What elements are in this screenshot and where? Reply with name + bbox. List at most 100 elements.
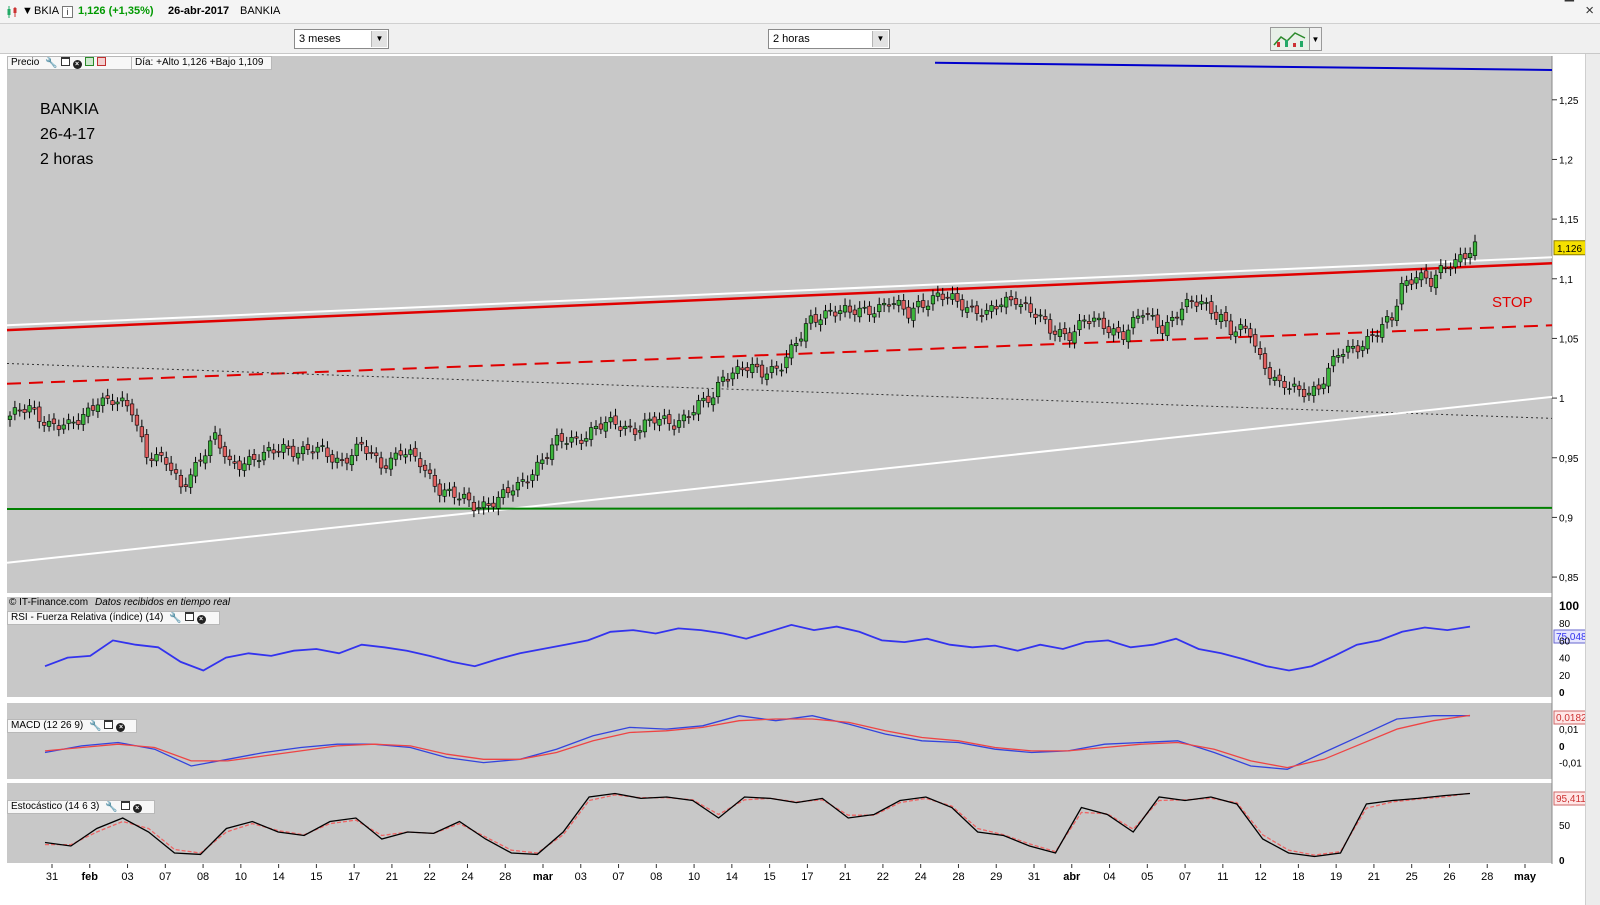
ticker-label: BKIA bbox=[34, 5, 60, 17]
x-axis-label: 24 bbox=[915, 871, 927, 883]
day-info: Día: +Alto 1,126 +Bajo 1,109 bbox=[132, 56, 272, 70]
x-axis-labels: 31 feb 03 07 08 10 14 15 17 21 22 24 28 mar 03 07 08 10 14… bbox=[46, 864, 1537, 883]
window-icon[interactable] bbox=[120, 801, 130, 810]
wrench-icon[interactable]: 🔧 bbox=[105, 802, 117, 814]
candlestick-chart-icon[interactable] bbox=[6, 5, 20, 19]
stoch-y-tick-label: 0 bbox=[1559, 856, 1565, 867]
support-line[interactable] bbox=[6, 506, 1553, 511]
chart-tool-button[interactable] bbox=[1270, 27, 1310, 51]
x-axis-label: 22 bbox=[877, 871, 889, 883]
price-panel-header: Precio 🔧 × bbox=[7, 56, 132, 70]
x-axis-label: 26 bbox=[1443, 871, 1455, 883]
rsi-y-tick-label: 60 bbox=[1559, 636, 1571, 647]
interval-select[interactable]: 2 horas ▼ bbox=[768, 29, 890, 49]
close-icon[interactable]: × bbox=[196, 615, 206, 624]
x-axis-label: 18 bbox=[1292, 871, 1304, 883]
x-axis-label: 12 bbox=[1254, 871, 1266, 883]
x-axis-label: may bbox=[1514, 871, 1537, 883]
price-change-label: 1,126 (+1,35%) bbox=[78, 5, 154, 17]
delete-icon[interactable] bbox=[96, 57, 106, 66]
rsi-y-tick-label: 40 bbox=[1559, 654, 1571, 665]
x-axis-label: 31 bbox=[46, 871, 58, 883]
price-panel-title: Precio bbox=[11, 57, 40, 68]
chart-tool-icon bbox=[1273, 32, 1306, 47]
macd-panel-header: MACD (12 26 9) 🔧 × bbox=[7, 719, 137, 733]
close-window-button[interactable]: × bbox=[1585, 2, 1594, 19]
annotation-line-1: BANKIA bbox=[40, 101, 99, 118]
x-axis-label: 07 bbox=[159, 871, 171, 883]
x-axis-label: 08 bbox=[197, 871, 209, 883]
price-y-tick-label: 0,85 bbox=[1559, 573, 1579, 584]
day-info-text: Día: +Alto 1,126 +Bajo 1,109 bbox=[135, 57, 264, 68]
x-axis-label: 14 bbox=[726, 871, 738, 883]
annotation-line-3: 2 horas bbox=[40, 151, 93, 168]
x-axis-label: 07 bbox=[612, 871, 624, 883]
x-axis-label: 15 bbox=[763, 871, 775, 883]
macd-y-tick-label: 0 bbox=[1559, 742, 1565, 753]
minimize-button[interactable]: ▔ bbox=[1565, 0, 1574, 14]
x-axis-label: abr bbox=[1063, 871, 1081, 883]
wrench-icon[interactable]: 🔧 bbox=[169, 613, 181, 625]
interval-select-value: 2 horas bbox=[773, 33, 810, 45]
info-icon[interactable]: i bbox=[62, 6, 73, 18]
price-y-tick-label: 1,15 bbox=[1559, 215, 1579, 226]
realtime-text: Datos recibidos en tiempo real bbox=[95, 597, 231, 608]
period-select-value: 3 meses bbox=[299, 33, 341, 45]
x-axis-label: 17 bbox=[801, 871, 813, 883]
x-axis-label: 28 bbox=[952, 871, 964, 883]
macd-y-tick-label: 0,01 bbox=[1559, 725, 1579, 736]
wrench-icon[interactable]: 🔧 bbox=[45, 58, 57, 70]
wrench-icon[interactable]: 🔧 bbox=[89, 721, 101, 733]
rsi-y-tick-label: 20 bbox=[1559, 671, 1571, 682]
window-icon[interactable] bbox=[60, 57, 70, 66]
rsi-panel-bg bbox=[7, 597, 1552, 697]
macd-panel-bg bbox=[7, 703, 1552, 779]
vertical-scrollbar[interactable] bbox=[1585, 54, 1600, 905]
x-axis-label: 19 bbox=[1330, 871, 1342, 883]
annotation-line-2: 26-4-17 bbox=[40, 126, 95, 143]
chart-area: BANKIA 26-4-17 2 horas STOP © IT-Finance… bbox=[6, 56, 1585, 883]
macd-value: 0,0182 bbox=[1556, 713, 1585, 724]
x-axis-label: feb bbox=[82, 871, 99, 883]
instrument-name: BANKIA bbox=[240, 5, 281, 17]
chart-tool-dropdown[interactable]: ▼ bbox=[1310, 27, 1322, 51]
x-axis-label: 10 bbox=[235, 871, 247, 883]
macd-y-tick-label: -0,01 bbox=[1559, 759, 1582, 770]
stoch-y-tick-label: 50 bbox=[1559, 821, 1571, 832]
title-bar: ▼ BKIA i 1,126 (+1,35%) 26-abr-2017 BANK… bbox=[0, 0, 1600, 24]
price-y-tick-label: 0,9 bbox=[1559, 513, 1573, 524]
x-axis-label: 22 bbox=[424, 871, 436, 883]
close-icon[interactable]: × bbox=[72, 60, 82, 69]
rsi-panel-title: RSI - Fuerza Relativa (índice) (14) bbox=[11, 612, 164, 623]
x-axis-label: 21 bbox=[386, 871, 398, 883]
close-icon[interactable]: × bbox=[132, 804, 142, 813]
x-axis-label: 28 bbox=[1481, 871, 1493, 883]
window-icon[interactable] bbox=[184, 612, 194, 621]
export-icon[interactable] bbox=[84, 57, 94, 66]
window-icon[interactable] bbox=[104, 720, 114, 729]
stoch-panel-header: Estocástico (14 6 3) 🔧 × bbox=[7, 800, 155, 814]
x-axis-label: 14 bbox=[272, 871, 284, 883]
stoch-panel-title: Estocástico (14 6 3) bbox=[11, 801, 100, 812]
close-icon[interactable]: × bbox=[116, 723, 126, 732]
price-y-tick-label: 1,1 bbox=[1559, 275, 1573, 286]
last-price-value: 1,126 bbox=[1557, 244, 1582, 255]
stop-label: STOP bbox=[1492, 294, 1533, 311]
x-axis-label: 07 bbox=[1179, 871, 1191, 883]
x-axis-label: 31 bbox=[1028, 871, 1040, 883]
chevron-down-icon: ▼ bbox=[872, 31, 888, 47]
price-y-tick-label: 1 bbox=[1559, 394, 1565, 405]
menu-arrow-icon[interactable]: ▼ bbox=[22, 5, 33, 17]
price-y-tick-label: 0,95 bbox=[1559, 454, 1579, 465]
x-axis-label: 15 bbox=[310, 871, 322, 883]
x-axis-label: mar bbox=[533, 871, 554, 883]
stoch-panel-bg bbox=[7, 783, 1552, 863]
stoch-value: 95,411 bbox=[1556, 794, 1585, 805]
price-y-tick-label: 1,25 bbox=[1559, 96, 1579, 107]
x-axis-label: 21 bbox=[1368, 871, 1380, 883]
period-select[interactable]: 3 meses ▼ bbox=[294, 29, 389, 49]
x-axis-label: 08 bbox=[650, 871, 662, 883]
date-label: 26-abr-2017 bbox=[168, 5, 230, 17]
x-axis-label: 11 bbox=[1217, 871, 1228, 883]
rsi-y-tick-label: 0 bbox=[1559, 688, 1565, 699]
